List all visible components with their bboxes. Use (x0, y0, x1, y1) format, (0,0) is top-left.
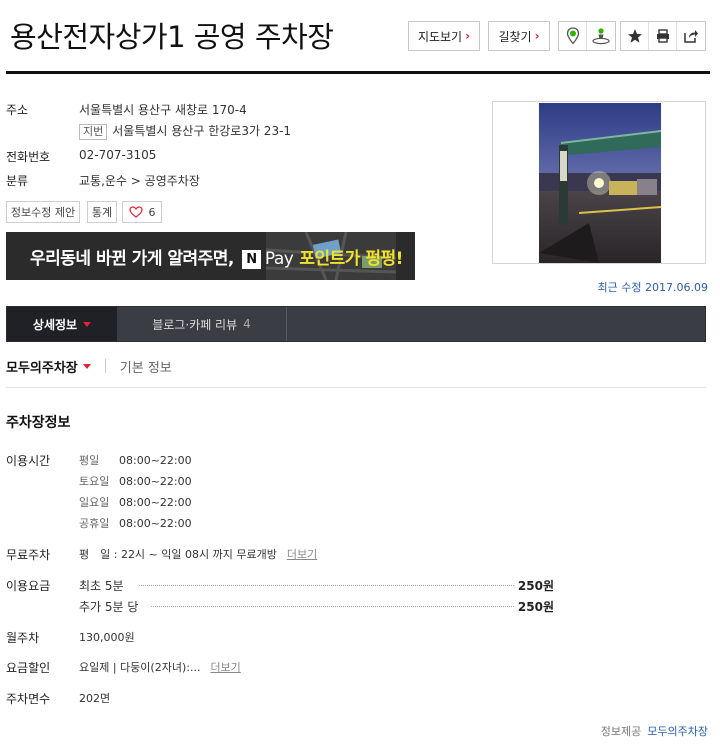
review-count: 4 (243, 317, 251, 331)
dotted-leader (139, 585, 514, 586)
naver-logo-icon: N (241, 250, 261, 269)
edit-suggestion-button[interactable]: 정보수정 제안 (6, 201, 80, 223)
detail-tabs: 상세정보 블로그·카페 리뷰 4 (6, 306, 706, 342)
tab-details[interactable]: 상세정보 (7, 307, 117, 341)
jibun-address: 서울특별시 용산구 한강로3가 23-1 (112, 124, 292, 138)
promo-banner[interactable]: 우리동네 바뀐 가게 알려주면, N Pay 포인트가 펑펑! (6, 232, 415, 280)
info-source: 정보제공 모두의주차장 (601, 723, 708, 739)
free-more-link[interactable]: 더보기 (287, 548, 317, 561)
banner-pay: Pay (264, 249, 294, 269)
sub-tabs: 모두의주차장 기본 정보 (6, 354, 172, 378)
hours-label: 이용시간 (6, 454, 51, 468)
fee-item: 추가 5분 당 250원 (79, 598, 554, 615)
spaces-label: 주차면수 (6, 692, 51, 706)
info-source-link[interactable]: 모두의주차장 (647, 725, 708, 738)
free-parking-label: 무료주차 (6, 548, 51, 562)
print-icon[interactable] (649, 22, 677, 50)
phone-label: 전화번호 (6, 150, 51, 164)
parking-lot-photo-icon (539, 103, 661, 263)
fee-item: 최초 5분 250원 (79, 577, 554, 594)
heart-icon (128, 206, 143, 218)
banner-text: 우리동네 바뀐 가게 알려주면, (30, 249, 234, 269)
monthly-label: 월주차 (6, 631, 40, 645)
chevron-right-icon: › (534, 29, 540, 43)
jibun-tag: 지번 (79, 124, 108, 140)
category-label: 분류 (6, 174, 29, 188)
subtab-divider (104, 359, 106, 373)
phone-value[interactable]: 02-707-3105 (79, 148, 156, 162)
map-view-button[interactable]: 지도보기 › (408, 21, 480, 51)
location-pin-icon[interactable] (559, 22, 587, 50)
discount-more-link[interactable]: 더보기 (210, 661, 240, 674)
tab-blog-reviews[interactable]: 블로그·카페 리뷰 4 (117, 307, 287, 341)
info-source-label: 정보제공 (600, 725, 642, 738)
subtab-divider-line (6, 387, 706, 388)
discount-value: 요일제 | 다둥이(2자녀):... (79, 661, 201, 674)
street-view-icon[interactable] (587, 22, 615, 50)
address-value: 서울특별시 용산구 새창로 170-4 (79, 103, 247, 117)
subtab-basic-info[interactable]: 기본 정보 (120, 357, 172, 376)
stats-button[interactable]: 통계 (87, 201, 117, 223)
place-photo[interactable] (539, 103, 661, 263)
last-updated: 최근 수정 2017.06.09 (597, 281, 708, 294)
like-count: 6 (148, 205, 156, 219)
address-label: 주소 (6, 103, 29, 117)
chevron-right-icon: › (465, 29, 471, 43)
free-parking-text: 평 일 : 22시 ~ 익일 08시 까지 무료개방 (79, 548, 277, 561)
subtab-modu-parking[interactable]: 모두의주차장 (6, 357, 91, 376)
map-icon-group (558, 21, 616, 51)
caret-down-icon (83, 321, 92, 327)
section-title: 주차장정보 (6, 415, 71, 431)
discount-label: 요금할인 (6, 661, 51, 675)
directions-button[interactable]: 길찾기 › (488, 21, 550, 51)
banner-highlight: 포인트가 펑펑! (299, 249, 403, 269)
action-icon-group (620, 21, 706, 51)
like-button[interactable]: 6 (122, 201, 162, 223)
share-icon[interactable] (677, 22, 705, 50)
fee-label: 이용요금 (6, 579, 51, 593)
star-icon[interactable] (621, 22, 649, 50)
category-value: 교통,운수 > 공영주차장 (79, 174, 200, 188)
caret-down-icon (82, 363, 91, 369)
spaces-value: 202면 (79, 692, 111, 705)
monthly-value: 130,000원 (79, 631, 135, 644)
header: 용산전자상가1 공영 주차장 지도보기 › 길찾기 › (6, 0, 710, 74)
page-title: 용산전자상가1 공영 주차장 (10, 20, 334, 54)
place-photo-box[interactable] (492, 101, 706, 264)
dotted-leader (151, 606, 514, 607)
